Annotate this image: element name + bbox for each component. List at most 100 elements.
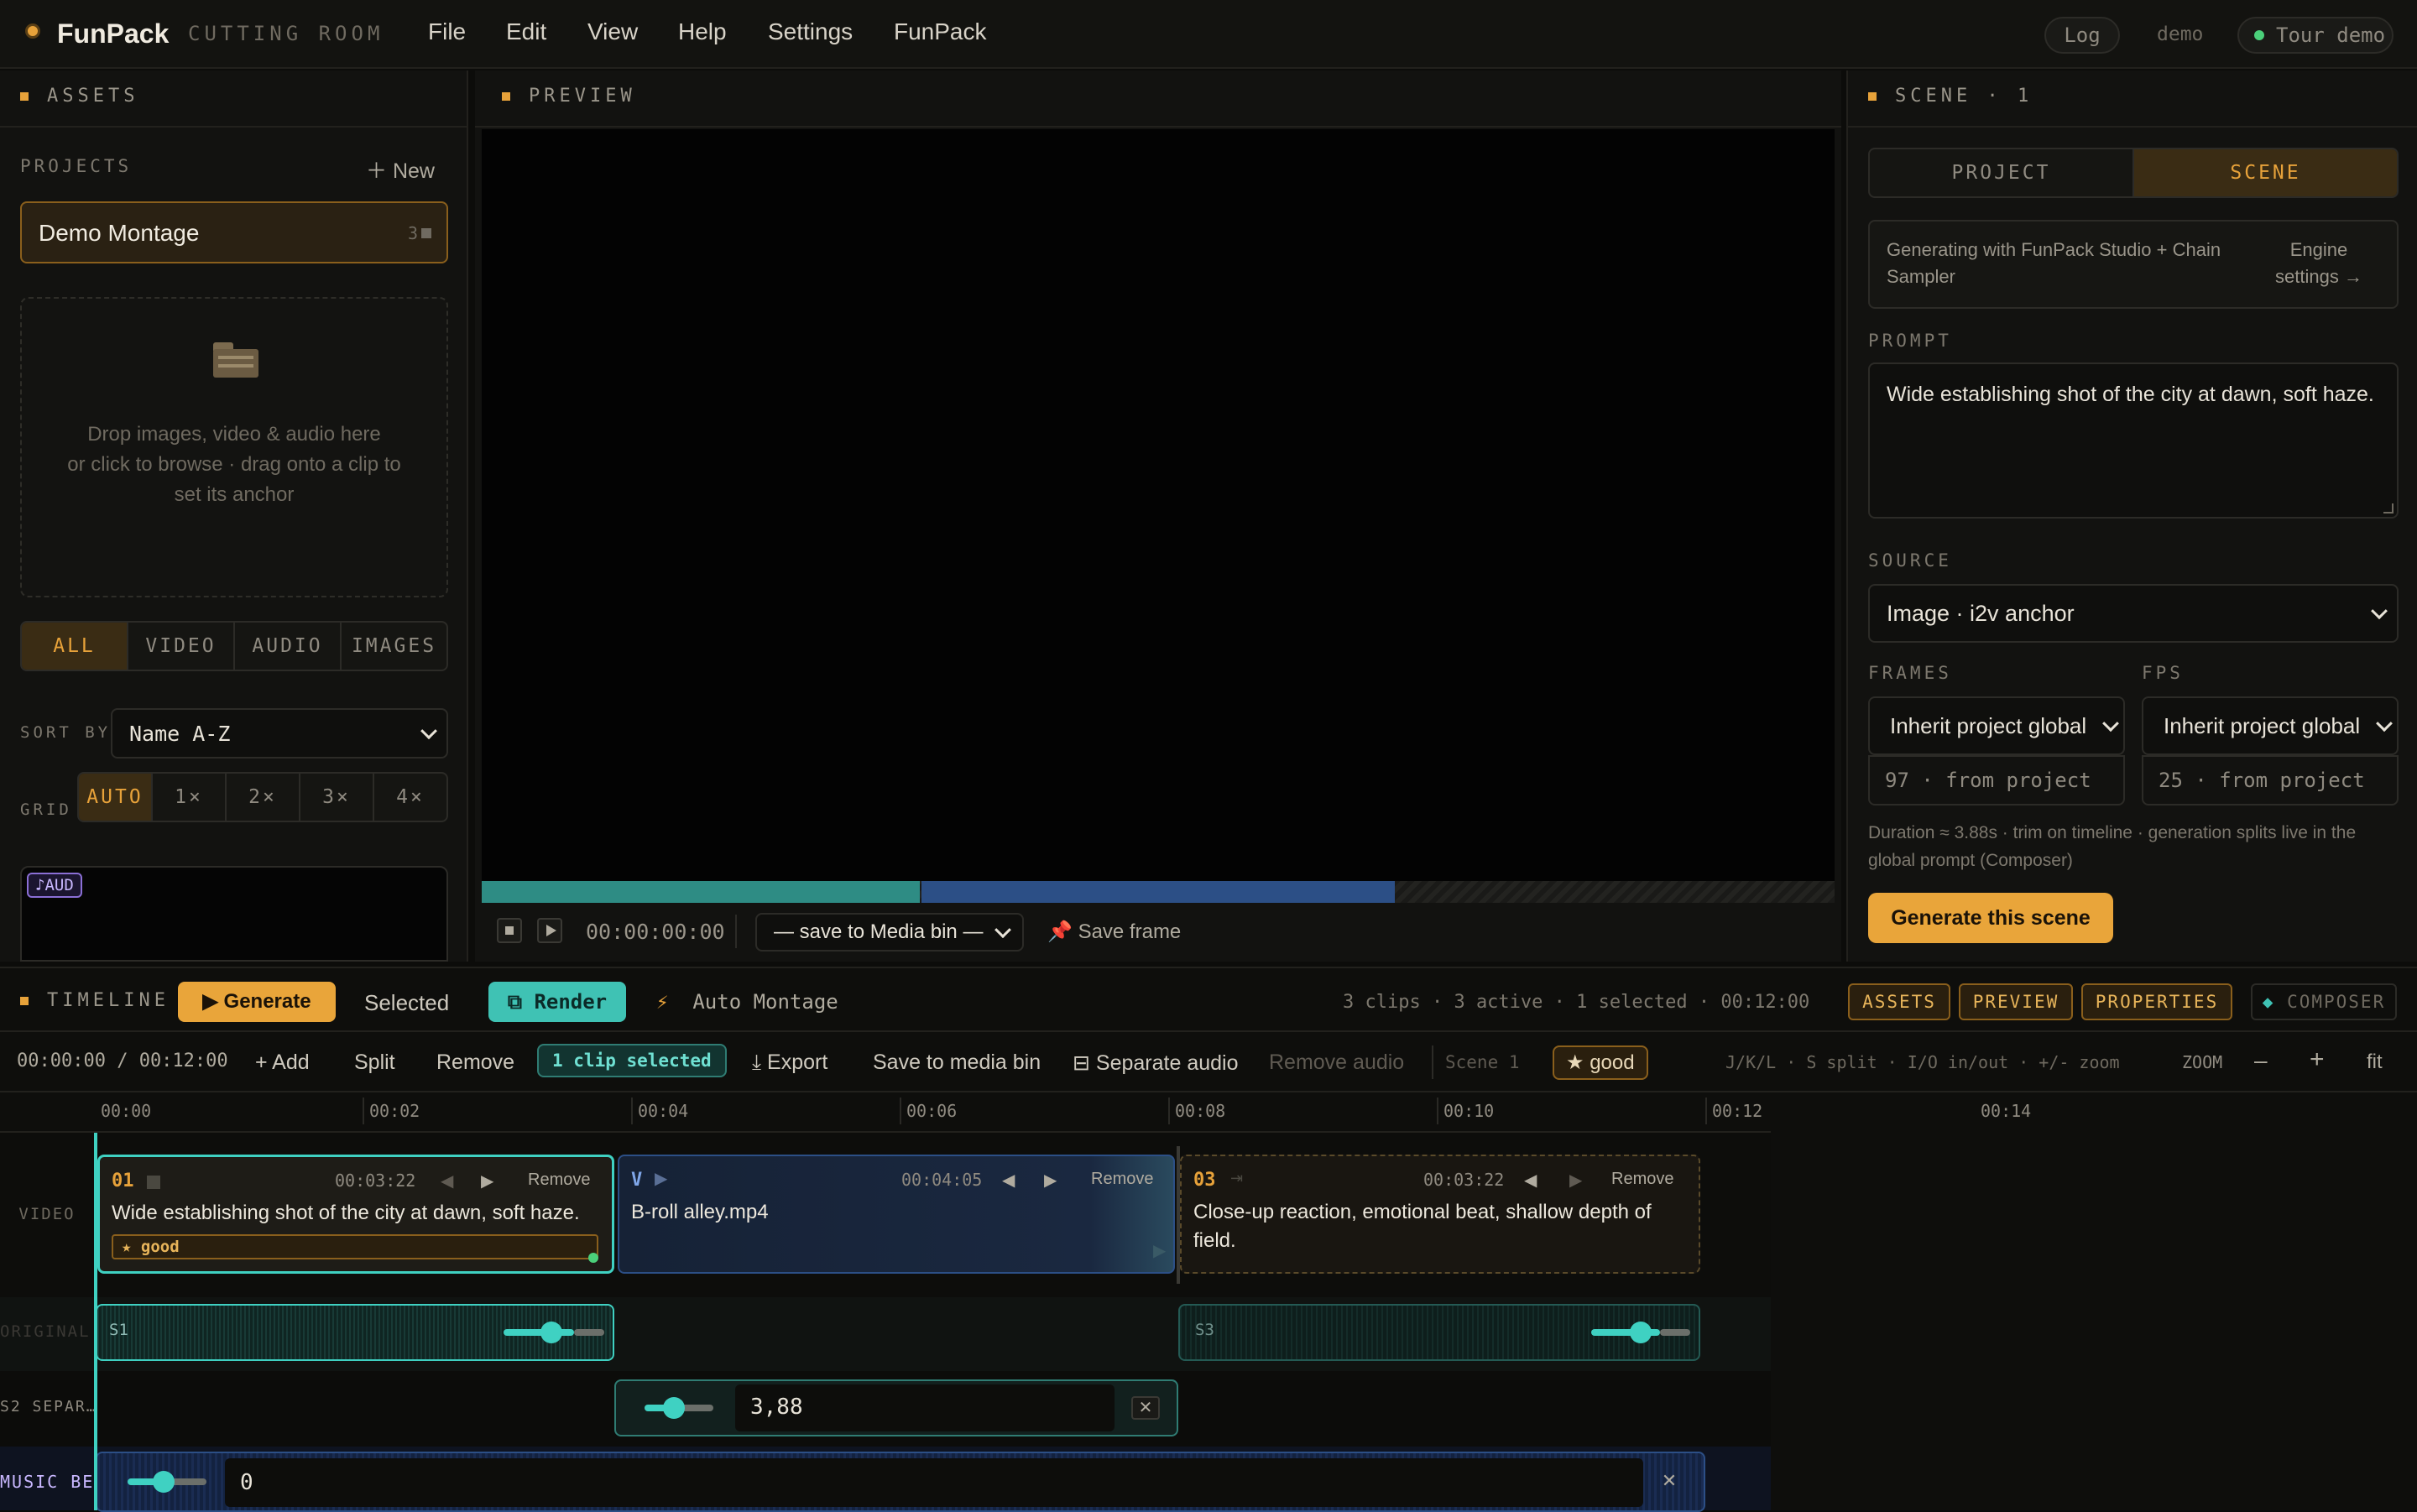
add-button[interactable]: + Add — [255, 1051, 310, 1075]
tick-0: 00:00 — [101, 1101, 152, 1121]
menu-help[interactable]: Help — [678, 18, 727, 45]
separated-audio-clip[interactable]: 3,88 ✕ — [614, 1379, 1178, 1436]
timeline-time: 00:00:00 / 00:12:00 — [17, 1051, 228, 1071]
export-button[interactable]: ⤓ Export — [752, 1051, 827, 1075]
volume-slider-knob[interactable] — [1630, 1322, 1652, 1343]
play-button[interactable] — [537, 918, 562, 943]
volume-slider-knob[interactable] — [663, 1397, 685, 1419]
stop-button[interactable] — [497, 918, 522, 943]
menu-file[interactable]: File — [428, 18, 466, 45]
zoom-out-button[interactable]: – — [2254, 1047, 2268, 1074]
view-preview-button[interactable]: PREVIEW — [1959, 983, 2073, 1020]
asset-tile-audio[interactable]: ♪AUD ♪ — [20, 866, 448, 962]
row-label-separated: S2 SEPAR… — [0, 1398, 94, 1416]
timeline-cursor[interactable] — [94, 1133, 97, 1510]
good-tag-button[interactable]: ★ good — [1553, 1045, 1648, 1080]
menu-settings[interactable]: Settings — [768, 18, 853, 45]
clip-prev-icon[interactable]: ◀ — [1524, 1170, 1537, 1191]
tab-project[interactable]: PROJECT — [1870, 149, 2134, 196]
tab-scene[interactable]: SCENE — [2134, 149, 2397, 196]
view-properties-button[interactable]: PROPERTIES — [2081, 983, 2232, 1020]
clip-next-icon[interactable]: ▶ — [481, 1170, 493, 1191]
new-project-button[interactable]: ＋ New — [366, 154, 435, 185]
filter-all[interactable]: ALL — [22, 623, 128, 670]
grid-auto[interactable]: AUTO — [79, 774, 153, 821]
close-icon[interactable]: ✕ — [1131, 1396, 1160, 1420]
clip-next-icon[interactable]: ▶ — [1569, 1170, 1582, 1191]
frames-select[interactable]: Inherit project global — [1868, 696, 2125, 755]
clip-03[interactable]: 03 ⇥ 00:03:22 ◀ ▶ Remove Close-up reacti… — [1180, 1155, 1700, 1274]
filter-audio[interactable]: AUDIO — [235, 623, 342, 670]
grid-4x[interactable]: 4× — [374, 774, 446, 821]
grid-3x[interactable]: 3× — [300, 774, 374, 821]
music-clip[interactable]: 0 ✕ — [96, 1452, 1705, 1512]
clip-remove-button[interactable]: Remove — [1091, 1170, 1153, 1189]
split-icon: ⊟ — [1073, 1051, 1090, 1075]
menu-view[interactable]: View — [587, 18, 638, 45]
clip-prev-icon[interactable]: ◀ — [1002, 1170, 1015, 1191]
audio-clip-s3[interactable]: S3 — [1178, 1304, 1700, 1361]
frames-value: 97 · from project — [1868, 755, 2125, 806]
folder-icon — [213, 342, 258, 378]
log-button[interactable]: Log — [2044, 17, 2120, 54]
clip-next-icon[interactable]: ▶ — [1044, 1170, 1057, 1191]
clip-02[interactable]: V ▶ 00:04:05 ◀ ▶ Remove B-roll alley.mp4… — [618, 1155, 1175, 1274]
menu-edit[interactable]: Edit — [506, 18, 546, 45]
audio-clip-s1[interactable]: S1 — [96, 1304, 614, 1361]
asset-filter-tabs: ALL VIDEO AUDIO IMAGES — [20, 621, 448, 671]
grid-2x[interactable]: 2× — [227, 774, 300, 821]
fps-select[interactable]: Inherit project global — [2142, 696, 2399, 755]
save-frame-button[interactable]: 📌 Save frame — [1047, 920, 1181, 944]
project-item[interactable]: Demo Montage 3 — [20, 201, 448, 263]
auto-montage-button[interactable]: ⚡ Auto Montage — [656, 990, 838, 1014]
separate-audio-button[interactable]: ⊟ Separate audio — [1073, 1051, 1239, 1076]
preview-canvas[interactable] — [482, 129, 1835, 881]
generate-scene-button[interactable]: Generate this scene — [1868, 893, 2113, 943]
play-icon: ▶ — [202, 990, 218, 1013]
preview-scrub-bar[interactable] — [482, 881, 1835, 903]
remove-audio-button[interactable]: Remove audio — [1269, 1051, 1404, 1075]
clip-remove-button[interactable]: Remove — [1611, 1170, 1673, 1189]
render-button[interactable]: ⧉ Render — [488, 982, 626, 1022]
prompt-textarea[interactable]: Wide establishing shot of the city at da… — [1868, 362, 2399, 519]
save-to-media-bin-button[interactable]: Save to media bin — [873, 1051, 1041, 1075]
logo-dot-icon — [25, 23, 40, 39]
close-icon[interactable]: ✕ — [1657, 1470, 1682, 1494]
audio-clip-label: S1 — [109, 1321, 128, 1339]
selected-button[interactable]: Selected — [364, 990, 449, 1016]
timeline-generate-button[interactable]: ▶ Generate — [178, 982, 336, 1022]
clip-01[interactable]: 01 00:03:22 ◀ ▶ Remove Wide establishing… — [97, 1155, 614, 1274]
remove-button[interactable]: Remove — [436, 1051, 514, 1075]
composer-button[interactable]: ◆ COMPOSER — [2251, 983, 2397, 1020]
save-to-bin-select[interactable]: — save to Media bin — — [755, 913, 1024, 952]
source-select[interactable]: Image · i2v anchor — [1868, 584, 2399, 643]
volume-slider-knob[interactable] — [540, 1322, 562, 1343]
zoom-fit-button[interactable]: fit — [2367, 1051, 2383, 1074]
tour-demo-button[interactable]: Tour demo — [2237, 17, 2394, 54]
filter-video[interactable]: VIDEO — [128, 623, 235, 670]
resize-handle-icon[interactable] — [2383, 503, 2394, 514]
filter-images[interactable]: IMAGES — [342, 623, 446, 670]
top-bar: FunPack CUTTING ROOM File Edit View Help… — [0, 0, 2417, 69]
clip-remove-button[interactable]: Remove — [528, 1170, 590, 1190]
volume-slider-knob[interactable] — [153, 1471, 175, 1493]
grid-1x[interactable]: 1× — [153, 774, 227, 821]
preview-timecode: 00:00:00:00 — [586, 920, 725, 944]
view-assets-button[interactable]: ASSETS — [1848, 983, 1950, 1020]
menu-funpack[interactable]: FunPack — [894, 18, 987, 45]
clip-duration: 00:03:22 — [1423, 1170, 1505, 1190]
engine-text: Generating with FunPack Studio + Chain S… — [1887, 239, 2221, 287]
separated-audio-input[interactable]: 3,88 — [735, 1384, 1115, 1431]
audio-badge: ♪AUD — [27, 873, 82, 898]
pin-icon: 📌 — [1047, 920, 1073, 943]
split-button[interactable]: Split — [354, 1051, 395, 1075]
clip-prev-icon[interactable]: ◀ — [441, 1170, 453, 1191]
tick-14: 00:14 — [1981, 1101, 2032, 1121]
grid-label: GRID — [20, 800, 72, 819]
timeline-stats: 3 clips · 3 active · 1 selected · 00:12:… — [1343, 992, 1810, 1013]
engine-settings-link[interactable]: Engine settings → — [2256, 237, 2382, 290]
drop-zone[interactable]: Drop images, video & audio here or click… — [20, 297, 448, 597]
music-input[interactable]: 0 — [225, 1458, 1643, 1507]
sort-select[interactable]: Name A-Z — [111, 708, 448, 759]
zoom-in-button[interactable]: + — [2310, 1045, 2325, 1074]
